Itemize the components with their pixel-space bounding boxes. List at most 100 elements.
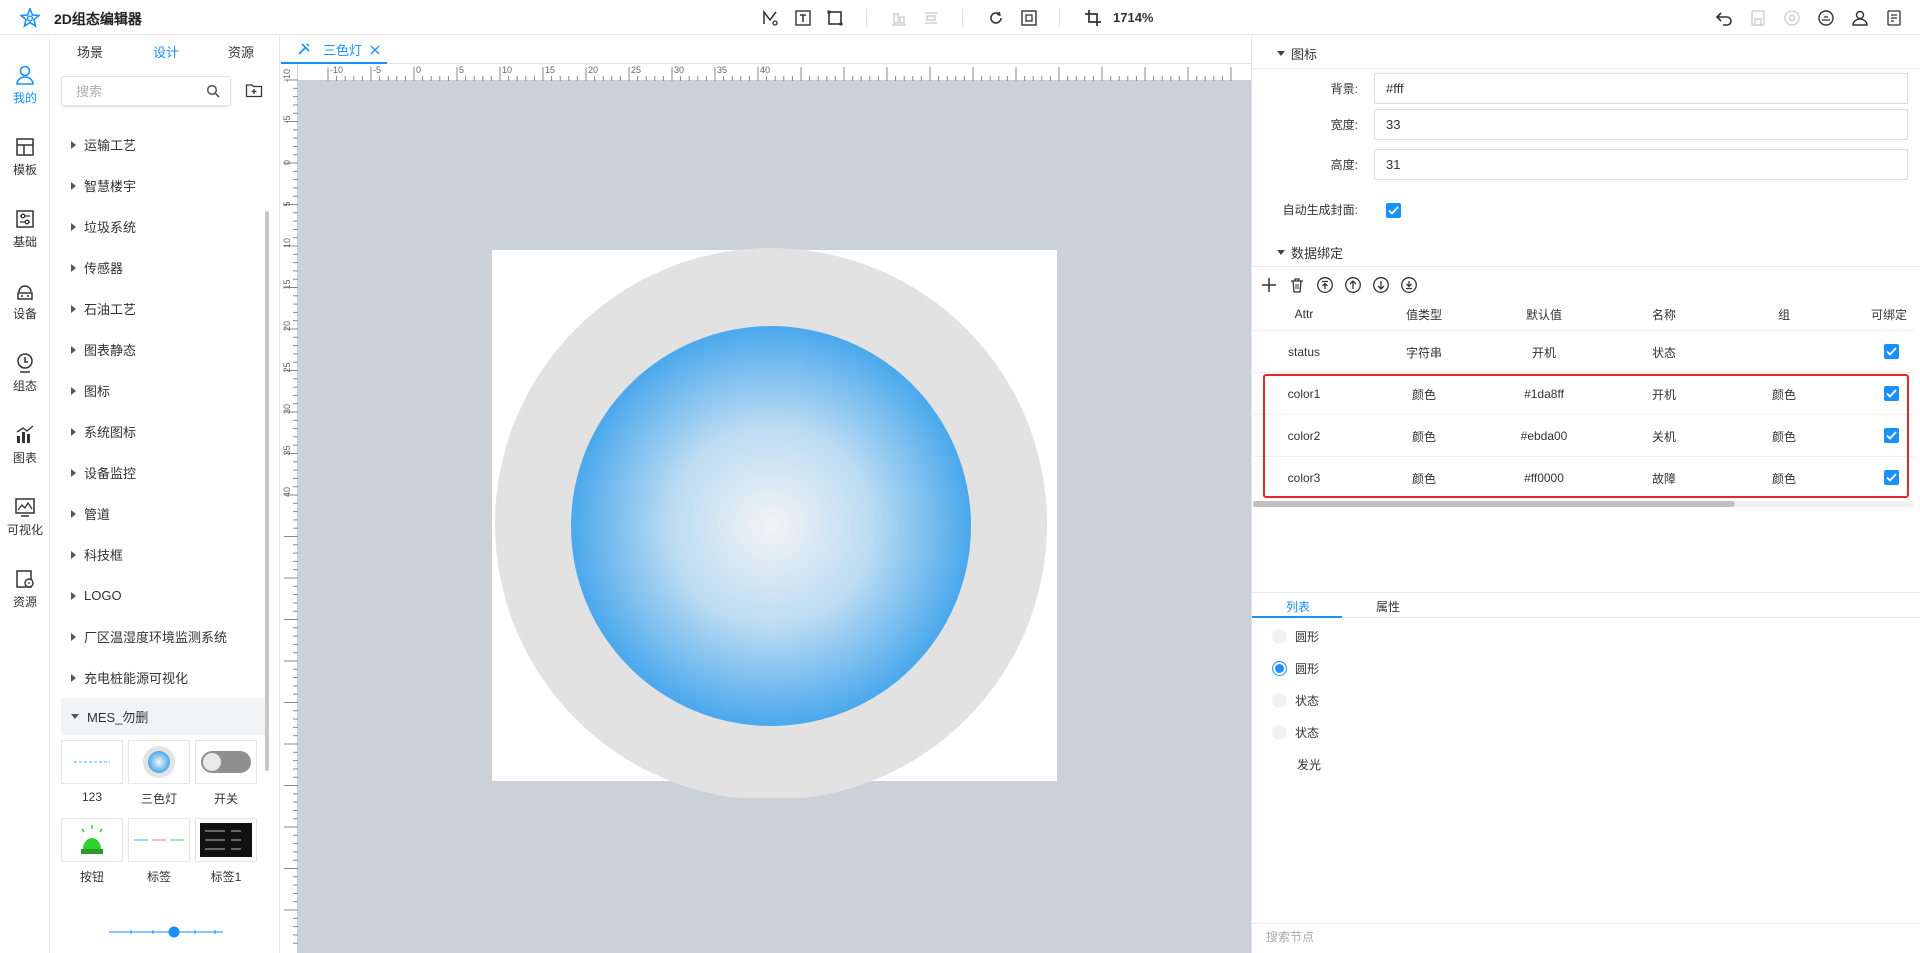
crop-icon[interactable] [1082, 7, 1104, 29]
align-middle-icon[interactable] [920, 7, 942, 29]
table-scrollbar[interactable] [1253, 501, 1735, 507]
layer-radio[interactable] [1272, 724, 1287, 740]
bindable-checkbox[interactable] [1884, 470, 1899, 485]
library-scrollbar[interactable] [265, 211, 269, 771]
tree-folder[interactable]: 充电桩能源可视化 [61, 657, 268, 698]
tab-resource[interactable]: 资源 [228, 42, 254, 61]
tab-scene[interactable]: 场景 [77, 42, 103, 61]
ruler-v-svg: -10 -5 0 5 10 15 20 25 30 35 40 [282, 69, 298, 944]
close-icon[interactable] [370, 45, 380, 55]
refresh-icon[interactable] [985, 7, 1007, 29]
device-icon [17, 285, 33, 300]
component-item[interactable]: 标签1 [195, 818, 257, 885]
rail-item-composition[interactable]: 组态 [0, 338, 50, 398]
component-item[interactable]: 标签 [128, 818, 190, 885]
thumbnail-size-slider[interactable] [107, 922, 225, 942]
tricolor-lamp[interactable] [495, 248, 1053, 798]
tree-folder[interactable]: LOGO [61, 575, 268, 616]
section-binding-header[interactable]: 数据绑定 [1277, 243, 1343, 262]
width-field[interactable]: 33 [1374, 109, 1908, 140]
rail-item-device[interactable]: 设备 [0, 266, 50, 326]
move-bottom-icon[interactable] [1400, 276, 1418, 294]
rail-item-visualization[interactable]: 可视化 [0, 482, 50, 542]
add-icon[interactable] [1260, 276, 1278, 294]
zoom-level[interactable]: 1714% [1113, 10, 1153, 25]
fit-screen-icon[interactable] [1018, 7, 1040, 29]
tree-folder[interactable]: 系统图标 [61, 411, 268, 452]
tree-folder[interactable]: 设备监控 [61, 452, 268, 493]
bindable-checkbox[interactable] [1884, 344, 1899, 359]
tree-folder[interactable]: 厂区温湿度环境监测系统 [61, 616, 268, 657]
bindable-checkbox[interactable] [1884, 428, 1899, 443]
tree-folder[interactable]: 石油工艺 [61, 288, 268, 329]
ruler-label: 5 [282, 201, 292, 206]
table-row[interactable]: color2 颜色 #ebda00 关机 颜色 [1254, 414, 1914, 456]
background-field[interactable]: #fff [1374, 73, 1908, 104]
export-doc-icon[interactable] [1883, 7, 1905, 29]
section-icon-header[interactable]: 图标 [1277, 44, 1317, 63]
rail-item-basic[interactable]: 基础 [0, 194, 50, 254]
component-item[interactable]: 按钮 [61, 818, 123, 885]
layer-item[interactable]: 发光 [1297, 754, 1321, 774]
rail-item-mine[interactable]: 我的 [0, 50, 50, 110]
app-title: 2D组态编辑器 [54, 11, 142, 27]
save-icon[interactable] [1747, 7, 1769, 29]
rect-tool-icon[interactable] [824, 7, 846, 29]
auto-cover-checkbox[interactable] [1386, 203, 1401, 218]
table-row[interactable]: status 字符串 开机 状态 [1254, 330, 1914, 372]
cloud-sync-icon[interactable] [1815, 7, 1837, 29]
layer-radio[interactable] [1272, 692, 1287, 708]
search-icon[interactable] [206, 84, 220, 98]
rail-item-template[interactable]: 模板 [0, 122, 50, 182]
component-item[interactable]: 123 [61, 740, 123, 804]
layer-radio[interactable] [1272, 628, 1287, 644]
tree-folder[interactable]: 垃圾系统 [61, 206, 268, 247]
move-up-icon[interactable] [1344, 276, 1362, 294]
text-tool-icon[interactable] [792, 7, 814, 29]
composition-icon [17, 353, 33, 373]
table-row[interactable]: color3 颜色 #ff0000 故障 颜色 [1254, 456, 1914, 498]
delete-icon[interactable] [1288, 276, 1306, 294]
user-share-icon[interactable] [1849, 7, 1871, 29]
tree-folder-open[interactable]: MES_勿删 [61, 698, 268, 735]
table-row[interactable]: color1 颜色 #1da8ff 开机 颜色 [1254, 372, 1914, 414]
document-tab[interactable]: 三色灯 [281, 36, 387, 64]
search-input[interactable] [76, 77, 206, 105]
new-folder-icon[interactable] [245, 81, 263, 99]
tree-folder[interactable]: 图标 [61, 370, 268, 411]
ruler-label: 0 [282, 160, 292, 165]
node-search-input[interactable] [1266, 930, 1566, 944]
height-field[interactable]: 31 [1374, 149, 1908, 180]
tree-folder[interactable]: 管道 [61, 493, 268, 534]
rail-item-resource[interactable]: 资源 [0, 554, 50, 614]
layer-item[interactable]: 圆形 [1272, 626, 1319, 646]
prop-label-height: 高度: [1330, 158, 1358, 172]
align-bottom-icon[interactable] [888, 7, 910, 29]
layer-radio-selected[interactable] [1272, 660, 1287, 676]
check-icon [1886, 473, 1897, 482]
layer-item[interactable]: 状态 [1272, 690, 1319, 710]
undo-icon[interactable] [1713, 7, 1735, 29]
column-header: Attr [1294, 307, 1314, 321]
rail-label: 我的 [12, 91, 37, 105]
tab-list[interactable]: 列表 [1286, 598, 1310, 615]
component-item[interactable]: 三色灯 [128, 740, 190, 807]
layer-item[interactable]: 圆形 [1272, 658, 1319, 678]
tree-folder[interactable]: 智慧楼宇 [61, 165, 268, 206]
rail-label: 基础 [12, 235, 37, 249]
tab-properties[interactable]: 属性 [1376, 598, 1400, 615]
rail-item-chart[interactable]: 图表 [0, 410, 50, 470]
tree-folder[interactable]: 传感器 [61, 247, 268, 288]
tree-folder[interactable]: 运输工艺 [61, 124, 268, 165]
move-top-icon[interactable] [1316, 276, 1334, 294]
move-down-icon[interactable] [1372, 276, 1390, 294]
editor-canvas[interactable] [298, 81, 1251, 953]
tree-folder[interactable]: 科技框 [61, 534, 268, 575]
preview-icon[interactable] [1781, 7, 1803, 29]
tree-folder[interactable]: 图表静态 [61, 329, 268, 370]
pen-tool-icon[interactable] [759, 7, 781, 29]
tab-design[interactable]: 设计 [153, 42, 179, 61]
component-item[interactable]: 开关 [195, 740, 257, 807]
layer-item[interactable]: 状态 [1272, 722, 1319, 742]
bindable-checkbox[interactable] [1884, 386, 1899, 401]
